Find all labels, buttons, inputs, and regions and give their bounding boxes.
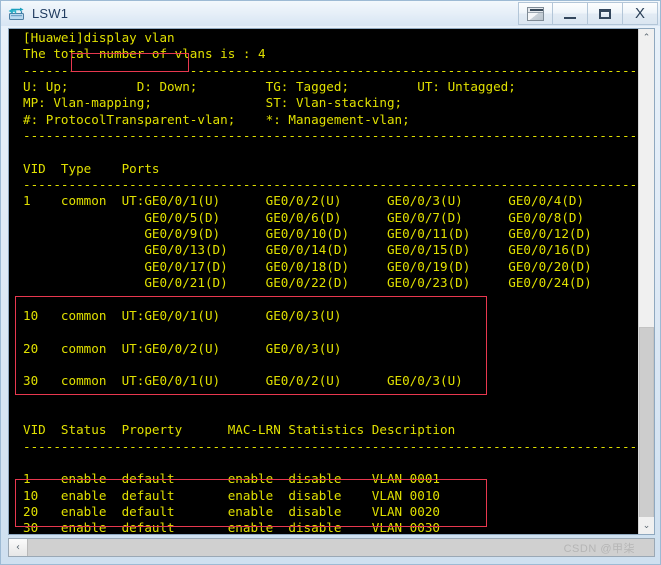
- terminal-line: The total number of vlans is : 4: [23, 46, 266, 62]
- scroll-left-icon[interactable]: ‹: [9, 539, 28, 556]
- terminal-line: 10 common UT:GE0/0/1(U) GE0/0/3(U): [23, 307, 342, 323]
- horizontal-scrollbar-track[interactable]: CSDN @甲柒: [28, 539, 639, 556]
- terminal-line: 1 enable default enable disable VLAN 000…: [23, 471, 441, 487]
- terminal-line: VID Type Ports: [23, 160, 160, 176]
- terminal-line: MP: Vlan-mapping; ST: Vlan-stacking;: [23, 95, 403, 111]
- terminal-line: ----------------------------------------…: [23, 62, 639, 78]
- watermark: CSDN @甲柒: [563, 543, 635, 555]
- terminal-line: 1 common UT:GE0/0/1(U) GE0/0/2(U) GE0/0/…: [23, 193, 585, 209]
- terminal-line: 20 common UT:GE0/0/2(U) GE0/0/3(U): [23, 340, 342, 356]
- terminal-line: GE0/0/9(D) GE0/0/10(D) GE0/0/11(D) GE0/0…: [23, 226, 592, 242]
- restore-icon: [527, 6, 544, 21]
- minimize-button[interactable]: [553, 2, 588, 25]
- restore-button[interactable]: [518, 2, 553, 25]
- terminal-line: U: Up; D: Down; TG: Tagged; UT: Untagged…: [23, 79, 516, 95]
- window-title: LSW1: [32, 6, 69, 21]
- terminal-output-area[interactable]: [Huawei]display vlan The total number of …: [9, 29, 639, 534]
- close-button[interactable]: X: [623, 2, 658, 25]
- maximize-icon: [599, 8, 611, 19]
- terminal-line: 30 enable default enable disable VLAN 00…: [23, 520, 441, 534]
- maximize-button[interactable]: [588, 2, 623, 25]
- terminal-line: GE0/0/21(D) GE0/0/22(D) GE0/0/23(D) GE0/…: [23, 275, 592, 291]
- horizontal-scrollbar[interactable]: ‹ CSDN @甲柒: [8, 538, 655, 557]
- terminal-line: ----------------------------------------…: [23, 438, 639, 454]
- terminal-line: ----------------------------------------…: [23, 177, 639, 193]
- vertical-scrollbar-thumb[interactable]: [639, 327, 654, 525]
- terminal-line: ----------------------------------------…: [23, 128, 639, 144]
- terminal-line: [Huawei]display vlan: [23, 30, 175, 45]
- switch-icon: [8, 5, 26, 23]
- terminal-line: 30 common UT:GE0/0/1(U) GE0/0/2(U) GE0/0…: [23, 373, 463, 389]
- terminal-line: #: ProtocolTransparent-vlan; *: Manageme…: [23, 111, 410, 127]
- terminal-text: [Huawei]display vlan The total number of …: [23, 30, 639, 534]
- close-icon: X: [634, 5, 645, 22]
- terminal-window: LSW1 X [Huawei]display vlan The total num…: [0, 0, 661, 565]
- scroll-down-icon[interactable]: ⌄: [639, 517, 654, 534]
- terminal-line: GE0/0/13(D) GE0/0/14(D) GE0/0/15(D) GE0/…: [23, 242, 592, 258]
- terminal-frame: [Huawei]display vlan The total number of …: [8, 28, 655, 535]
- terminal-line: GE0/0/5(D) GE0/0/6(D) GE0/0/7(D) GE0/0/8…: [23, 209, 585, 225]
- terminal-line: 10 enable default enable disable VLAN 00…: [23, 487, 441, 503]
- scroll-up-icon[interactable]: ⌃: [639, 29, 654, 46]
- terminal-line: 20 enable default enable disable VLAN 00…: [23, 503, 441, 519]
- vertical-scrollbar[interactable]: ⌃ ⌄: [638, 29, 654, 534]
- window-titlebar[interactable]: LSW1 X: [1, 1, 660, 26]
- window-controls: X: [518, 2, 658, 25]
- terminal-line: VID Status Property MAC-LRN Statistics D…: [23, 422, 456, 438]
- terminal-line: GE0/0/17(D) GE0/0/18(D) GE0/0/19(D) GE0/…: [23, 258, 592, 274]
- horizontal-scrollbar-end: [639, 539, 654, 556]
- minimize-icon: [564, 16, 576, 19]
